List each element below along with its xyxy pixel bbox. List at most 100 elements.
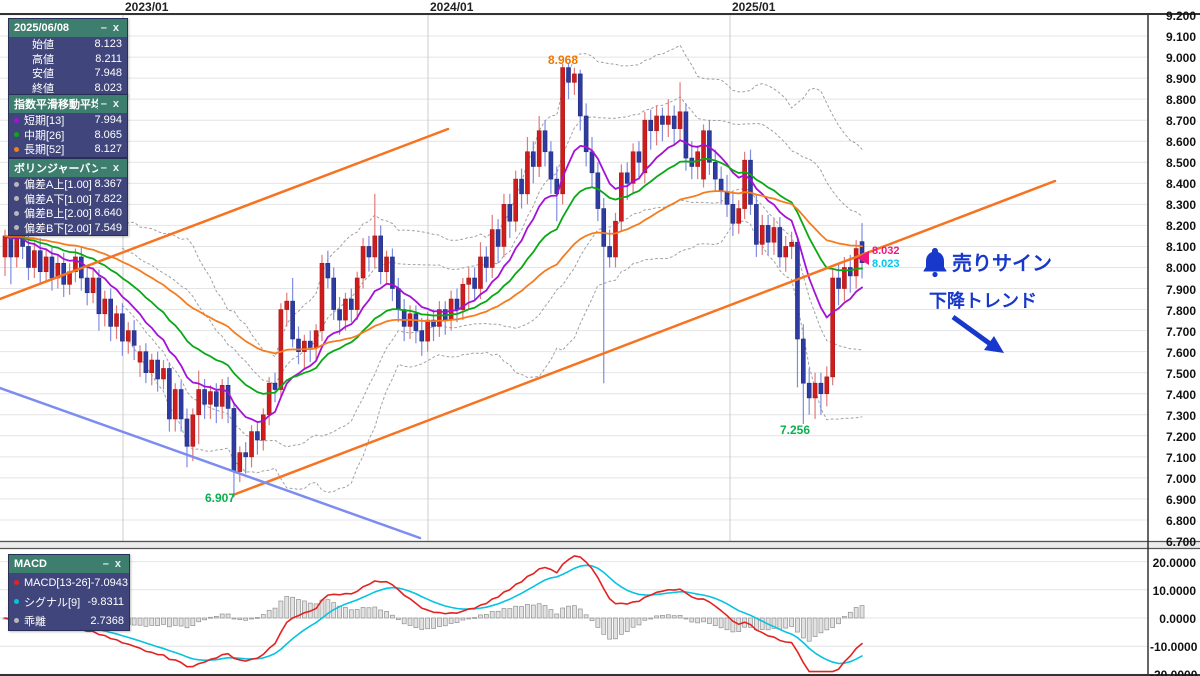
price-tick-label: 7.300: [1165, 408, 1196, 423]
low-2025-label: 7.256: [779, 423, 811, 437]
bollinger-info-panel[interactable]: ボリンジャーバンド – x 偏差A上[1.00]8.367偏差A下[1.00]7…: [8, 158, 128, 236]
series-color-dot: [14, 181, 19, 187]
macd-tick-label: 20.0000: [1152, 555, 1196, 570]
close-button[interactable]: x: [112, 558, 124, 570]
indicator-row: 終値 8.023: [9, 81, 127, 96]
date-tick-label: 2025/01: [732, 0, 776, 14]
series-color-dot: [14, 225, 19, 231]
downtrend-arrow[interactable]: [951, 314, 1004, 353]
grid-lines: [0, 14, 1148, 675]
series-color-dot: [14, 599, 19, 604]
peak-price-label: 8.968: [547, 53, 579, 67]
close-button[interactable]: x: [110, 22, 122, 34]
price-tick-label: 8.400: [1165, 177, 1196, 192]
macd-line: [4, 555, 863, 673]
indicator-row: 中期[26] 8.065: [9, 128, 127, 143]
indicator-row: 偏差B上[2.00] 8.640: [9, 206, 127, 221]
price-tick-label: 8.900: [1165, 72, 1196, 87]
price-tick-label: 8.000: [1165, 261, 1196, 276]
price-tick-label: 9.100: [1165, 30, 1196, 45]
indicator-label: 長期[52]: [24, 144, 65, 157]
price-tick-label: 8.800: [1165, 93, 1196, 108]
series-color-dot: [14, 210, 19, 216]
indicator-label: シグナル[9]: [24, 596, 81, 609]
price-tick-label: 8.200: [1165, 219, 1196, 234]
price-tick-label: 7.700: [1165, 324, 1196, 339]
macd-tick-label: 10.0000: [1152, 583, 1196, 598]
price-tick-label: 6.900: [1165, 492, 1196, 507]
price-tick-label: 6.800: [1165, 513, 1196, 528]
marker-price-upper-label: 8.032: [872, 245, 900, 257]
downtrend-label: 下降トレンド: [929, 291, 1037, 311]
macd-tick-label: -20.0000: [1150, 668, 1198, 676]
indicator-value: 2.7368: [90, 614, 124, 627]
ema-panel-title: 指数平滑移動平均: [14, 99, 98, 111]
price-tick-label: 7.100: [1165, 450, 1196, 465]
indicator-row: 偏差A下[1.00] 7.822: [9, 192, 127, 207]
price-tick-label: 7.500: [1165, 366, 1196, 381]
minimize-button[interactable]: –: [98, 162, 110, 174]
price-tick-label: 8.500: [1165, 156, 1196, 171]
price-tick-label: 8.300: [1165, 198, 1196, 213]
price-tick-label: 7.400: [1165, 387, 1196, 402]
indicator-row: 偏差B下[2.00] 7.549: [9, 221, 127, 236]
ohlc-panel-body: 始値 8.123 高値 8.211 安値 7.948 終値 8.023: [9, 37, 127, 95]
minimize-button[interactable]: –: [98, 22, 110, 34]
indicator-value: 8.123: [94, 38, 122, 51]
indicator-row: 乖離 2.7368: [9, 611, 129, 630]
indicator-row: 高値 8.211: [9, 52, 127, 67]
macd-panel-titlebar[interactable]: MACD – x: [9, 555, 129, 573]
indicator-label: MACD[13-26]: [24, 576, 91, 589]
series-color-dot: [14, 132, 19, 138]
bollinger-panel-titlebar[interactable]: ボリンジャーバンド – x: [9, 159, 127, 177]
indicator-value: 8.023: [94, 81, 122, 94]
close-button[interactable]: x: [110, 162, 122, 174]
price-tick-label: 8.100: [1165, 240, 1196, 255]
indicator-value: 8.065: [94, 128, 122, 141]
price-tick-label: 7.200: [1165, 429, 1196, 444]
minimize-button[interactable]: –: [100, 558, 112, 570]
indicator-row: シグナル[9] -9.8311: [9, 592, 129, 611]
chart-frame: [0, 13, 1200, 676]
ema13-line: [4, 139, 863, 424]
date-tick-label: 2023/01: [125, 0, 169, 14]
price-tick-label: 7.800: [1165, 303, 1196, 318]
series-color-dot: [14, 117, 19, 123]
ohlc-panel-titlebar[interactable]: 2025/06/08 – x: [9, 19, 127, 37]
ema-panel-body: 短期[13] 7.994 中期[26] 8.065 長期[52] 8.127: [9, 113, 127, 157]
indicator-value: 7.549: [94, 221, 122, 234]
macd-panel-body: MACD[13-26] -7.0943 シグナル[9] -9.8311 乖離 2.7368: [9, 573, 129, 630]
candlesticks: [2, 63, 865, 498]
ema-info-panel[interactable]: 指数平滑移動平均 – x 短期[13] 7.994 中期[26] 8.065 長期[52…: [8, 94, 128, 158]
indicator-value: 8.211: [95, 52, 122, 65]
sell-signal-label: 売りサイン: [952, 253, 1052, 275]
marker-price-lower-label: 8.023: [872, 258, 900, 270]
macd-signal-line: [4, 564, 863, 665]
price-chart-canvas[interactable]: [0, 0, 1200, 676]
low-2023-label: 6.907: [204, 491, 236, 505]
price-tick-label: 9.200: [1165, 9, 1196, 23]
close-button[interactable]: x: [110, 98, 122, 110]
ohlc-info-panel[interactable]: 2025/06/08 – x 始値 8.123 高値 8.211 安値 7.948 終値 8.…: [8, 18, 128, 96]
indicator-row: 短期[13] 7.994: [9, 113, 127, 128]
macd-tick-label: 0.0000: [1159, 612, 1196, 626]
indicator-label: 乖離: [24, 615, 46, 628]
minimize-button[interactable]: –: [98, 98, 110, 110]
bell-icon: [923, 248, 947, 278]
indicator-value: -9.8311: [87, 595, 125, 608]
price-tick-label: 8.700: [1165, 114, 1196, 129]
price-tick-label: 7.000: [1165, 471, 1196, 486]
indicator-row: 始値 8.123: [9, 37, 127, 52]
bollinger-panel-title: ボリンジャーバンド: [14, 163, 98, 175]
series-color-dot: [14, 618, 19, 623]
series-color-dot: [14, 196, 19, 202]
series-color-dot: [14, 580, 19, 585]
ema-panel-titlebar[interactable]: 指数平滑移動平均 – x: [9, 95, 127, 113]
macd-panel-title: MACD: [14, 558, 47, 570]
bollinger-panel-body: 偏差A上[1.00] 8.367 偏差A下[1.00] 7.822 偏差B上[2.00]…: [9, 177, 127, 235]
macd-info-panel[interactable]: MACD – x MACD[13-26] -7.0943 シグナル[9] -9.831…: [8, 554, 130, 631]
indicator-value: 8.127: [94, 143, 122, 156]
indicator-value: 8.367: [94, 178, 122, 191]
macd-histogram: [2, 596, 865, 642]
series-color-dot: [14, 146, 19, 152]
